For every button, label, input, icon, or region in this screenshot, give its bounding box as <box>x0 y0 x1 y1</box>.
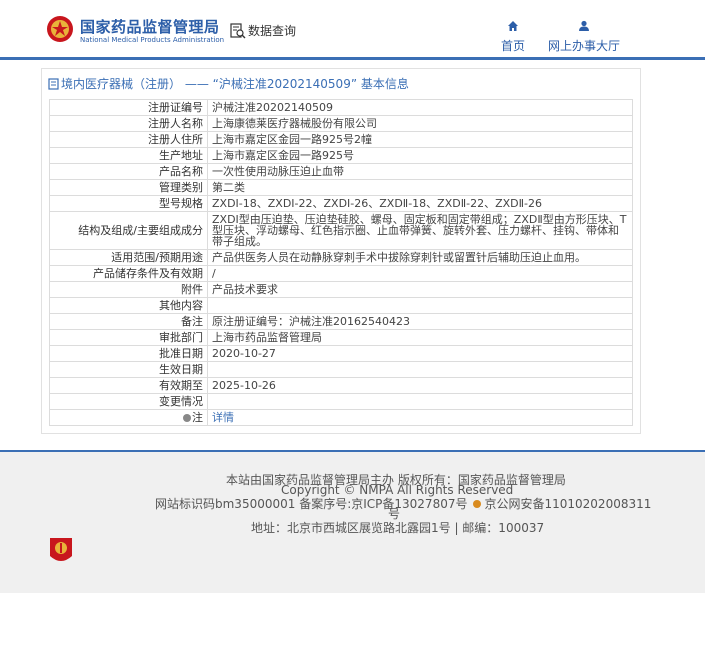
row-label: 有效期至 <box>49 377 208 394</box>
footer-icp-text[interactable]: 网站标识码bm35000001 备案序号:京ICP备13027807号 <box>155 497 467 511</box>
row-label: 附件 <box>49 281 208 298</box>
site-name: 国家药品监督管理局 <box>80 18 220 36</box>
row-value: ZXDⅠ型由压迫垫、压迫垫硅胶、螺母、固定板和固定带组成；ZXDⅡ型由方形压块、… <box>207 211 633 250</box>
government-site-badge-icon[interactable] <box>48 536 74 566</box>
nav-home[interactable]: 首页 <box>498 20 528 54</box>
row-label: 产品储存条件及有效期 <box>49 265 208 282</box>
row-label: 生效日期 <box>49 361 208 378</box>
row-value: 上海市嘉定区金园一路925号 <box>207 147 633 164</box>
row-label: 产品名称 <box>49 163 208 180</box>
table-row: 管理类别 第二类 <box>49 179 633 196</box>
breadcrumb-text: 境内医疗器械（注册） —— “沪械注准20202140509” 基本信息 <box>61 77 409 91</box>
row-label: 注册人住所 <box>49 131 208 148</box>
row-label: 管理类别 <box>49 179 208 196</box>
row-value: 产品技术要求 <box>207 281 633 298</box>
table-row: 注册证编号 沪械注准20202140509 <box>49 99 633 116</box>
row-label: 结构及组成/主要组成成分 <box>49 211 208 250</box>
table-row: 结构及组成/主要组成成分 ZXDⅠ型由压迫垫、压迫垫硅胶、螺母、固定板和固定带组成… <box>49 211 633 250</box>
site-subtitle: National Medical Products Administration <box>80 36 225 44</box>
table-row: 产品名称 一次性使用动脉压迫止血带 <box>49 163 633 180</box>
site-footer: 本站由国家药品监督管理局主办 版权所有：国家药品监督管理局 Copyright … <box>0 450 705 593</box>
home-icon <box>508 21 518 31</box>
table-row: 变更情况 <box>49 393 633 410</box>
table-row: 产品储存条件及有效期 / <box>49 265 633 282</box>
detail-panel: 境内医疗器械（注册） —— “沪械注准20202140509” 基本信息 注册证… <box>41 68 641 434</box>
table-row: 适用范围/预期用途 产品供医务人员在动静脉穿刺手术中拔除穿刺针或留置针后辅助压迫止… <box>49 249 633 266</box>
table-row: 注册人名称 上海康德莱医疗器械股份有限公司 <box>49 115 633 132</box>
data-query-link[interactable]: 数据查询 <box>230 22 296 39</box>
row-value: 原注册证编号：沪械注准20162540423 <box>207 313 633 330</box>
row-value: 上海市嘉定区金园一路925号2幢 <box>207 131 633 148</box>
row-value <box>207 393 633 410</box>
note-label: 注 <box>192 410 203 424</box>
row-label: 注册证编号 <box>49 99 208 116</box>
document-icon <box>48 77 59 90</box>
row-label: 适用范围/预期用途 <box>49 249 208 266</box>
info-table: 注册证编号 沪械注准20202140509 注册人名称 上海康德莱医疗器械股份有限公司… <box>49 99 633 426</box>
row-value: 2020-10-27 <box>207 345 633 362</box>
site-header: 国家药品监督管理局 National Medical Products Admi… <box>0 0 705 60</box>
footer-address: 地址：北京市西城区展览路北露园1号 | 邮编：100037 <box>251 521 545 535</box>
row-value: ZXDⅠ-18、ZXDⅠ-22、ZXDⅠ-26、ZXDⅡ-18、ZXDⅡ-22、… <box>207 195 633 212</box>
national-emblem-logo <box>47 16 73 42</box>
detail-link[interactable]: 详情 <box>212 411 234 424</box>
row-label: 审批部门 <box>49 329 208 346</box>
row-value: 上海康德莱医疗器械股份有限公司 <box>207 115 633 132</box>
row-value: 沪械注准20202140509 <box>207 99 633 116</box>
data-query-label: 数据查询 <box>248 24 297 38</box>
table-row: 型号规格 ZXDⅠ-18、ZXDⅠ-22、ZXDⅠ-26、ZXDⅡ-18、ZXDⅡ… <box>49 195 633 212</box>
row-label: 生产地址 <box>49 147 208 164</box>
table-row: 审批部门 上海市药品监督管理局 <box>49 329 633 346</box>
row-value: 第二类 <box>207 179 633 196</box>
row-label: 批准日期 <box>49 345 208 362</box>
table-row: 有效期至 2025-10-26 <box>49 377 633 394</box>
row-label: 备注 <box>49 313 208 330</box>
row-value <box>207 297 633 314</box>
row-value: 产品供医务人员在动静脉穿刺手术中拔除穿刺针或留置针后辅助压迫止血用。 <box>207 249 633 266</box>
table-row: 批准日期 2020-10-27 <box>49 345 633 362</box>
row-label: 注 <box>49 409 208 426</box>
row-value: / <box>207 265 633 282</box>
row-value: 2025-10-26 <box>207 377 633 394</box>
nav-hall-label: 网上办事大厅 <box>547 39 620 53</box>
police-badge-icon <box>473 500 482 508</box>
row-value: 一次性使用动脉压迫止血带 <box>207 163 633 180</box>
row-label: 注册人名称 <box>49 115 208 132</box>
table-row: 注 详情 <box>49 409 633 426</box>
breadcrumb: 境内医疗器械（注册） —— “沪械注准20202140509” 基本信息 <box>48 75 409 92</box>
footer-police-record[interactable]: 京公网安备11010202008311 <box>484 497 651 511</box>
search-document-icon <box>230 22 246 38</box>
row-value <box>207 361 633 378</box>
row-label: 变更情况 <box>49 393 208 410</box>
note-icon <box>183 413 191 422</box>
table-row: 生效日期 <box>49 361 633 378</box>
table-row: 注册人住所 上海市嘉定区金园一路925号2幢 <box>49 131 633 148</box>
row-value: 详情 <box>207 409 633 426</box>
nav-online-hall[interactable]: 网上办事大厅 <box>546 20 622 54</box>
table-row: 其他内容 <box>49 297 633 314</box>
nav-home-label: 首页 <box>500 39 525 53</box>
row-value: 上海市药品监督管理局 <box>207 329 633 346</box>
row-label: 型号规格 <box>49 195 208 212</box>
table-row: 生产地址 上海市嘉定区金园一路925号 <box>49 147 633 164</box>
user-icon <box>579 20 589 31</box>
row-label: 其他内容 <box>49 297 208 314</box>
table-row: 备注 原注册证编号：沪械注准20162540423 <box>49 313 633 330</box>
table-row: 附件 产品技术要求 <box>49 281 633 298</box>
footer-icp: 网站标识码bm35000001 备案序号:京ICP备13027807号 京公网安备… <box>155 495 651 512</box>
